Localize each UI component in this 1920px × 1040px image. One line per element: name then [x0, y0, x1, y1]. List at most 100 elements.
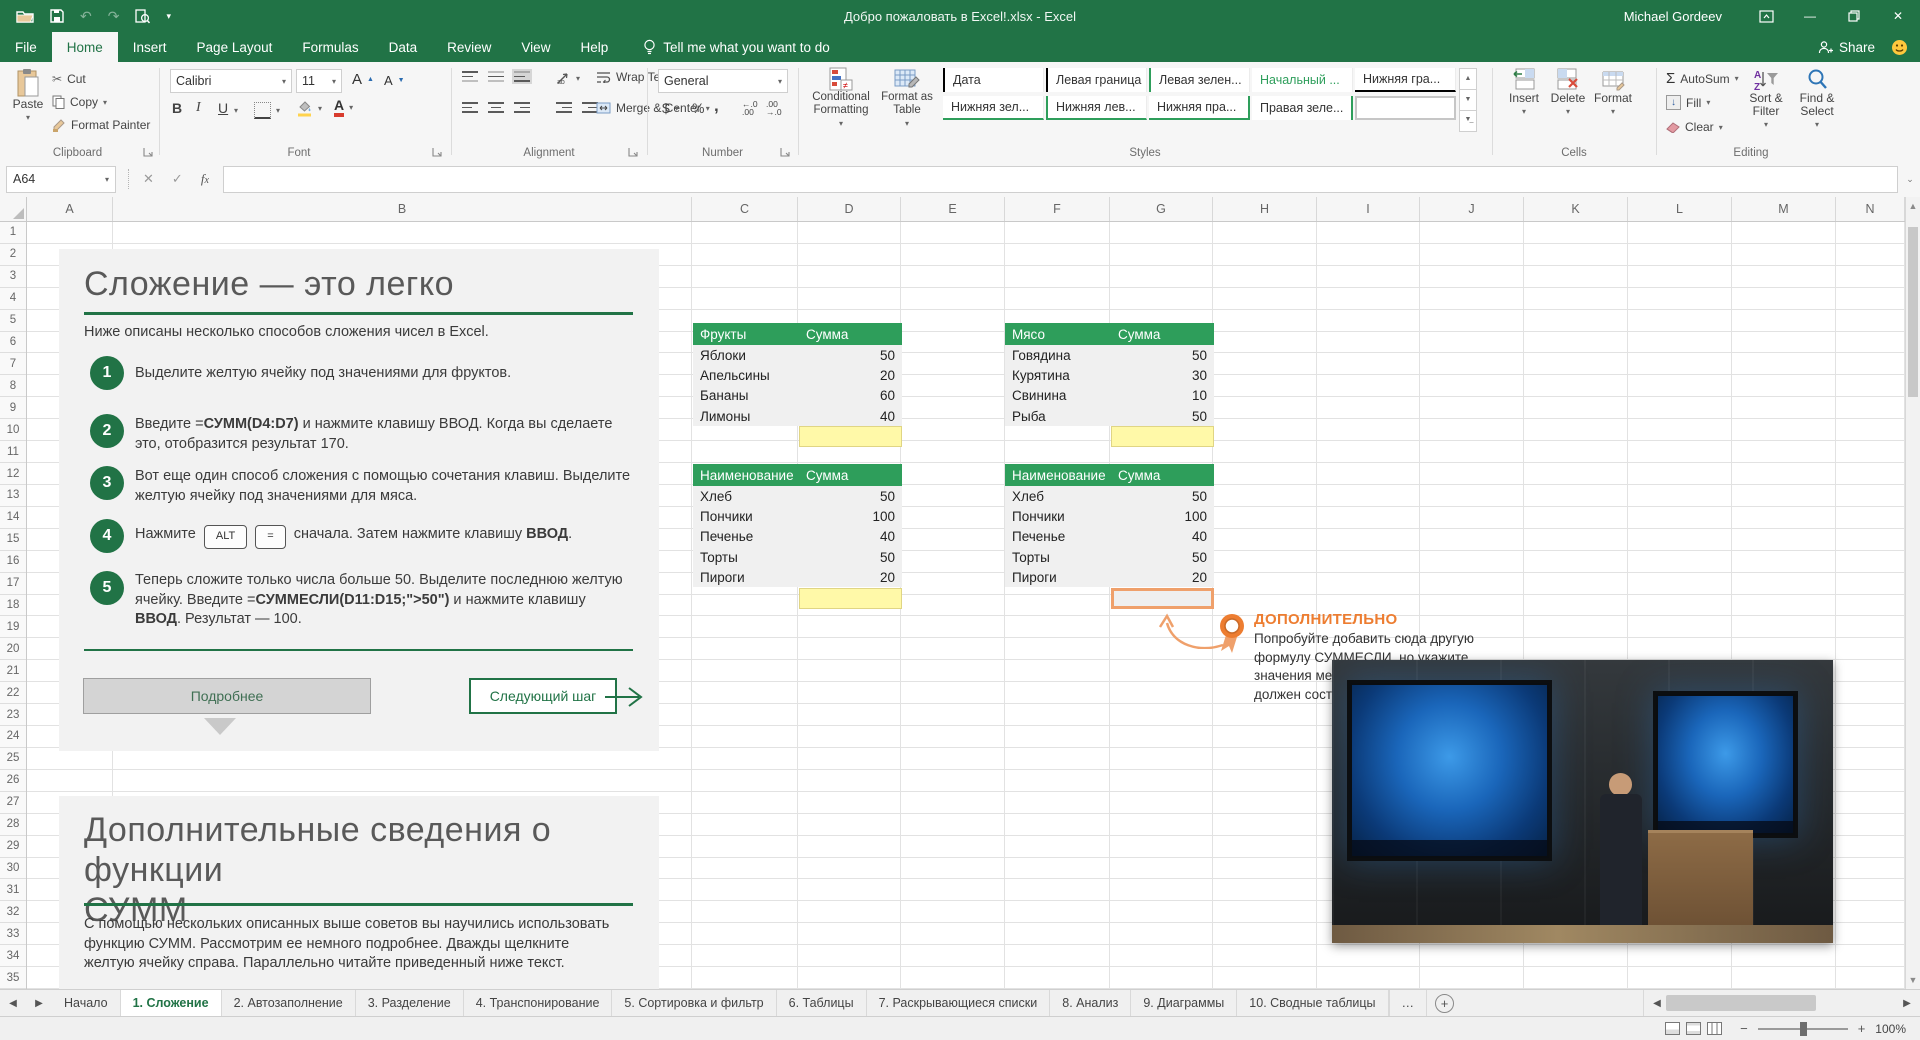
table-cell-label[interactable]: Курятина: [1005, 365, 1111, 385]
table-cell-value[interactable]: 60: [799, 386, 902, 406]
sheet-tab-3. Разделение[interactable]: 3. Разделение: [356, 990, 464, 1016]
borders-button[interactable]: ▾: [254, 102, 280, 119]
italic-button[interactable]: I: [196, 100, 201, 116]
table-cell-value[interactable]: 20: [799, 567, 902, 587]
row-header-8[interactable]: 8: [0, 375, 26, 397]
increase-decimal-button[interactable]: ←.0.00: [742, 100, 758, 116]
row-header-18[interactable]: 18: [0, 595, 26, 617]
row-header-35[interactable]: 35: [0, 967, 26, 989]
tab-review[interactable]: Review: [432, 32, 506, 62]
column-header-J[interactable]: J: [1420, 197, 1524, 221]
table-cell-value[interactable]: 30: [1111, 365, 1214, 385]
conditional-formatting-button[interactable]: ≠ Conditional Formatting ▾: [808, 67, 874, 130]
table-cell-value[interactable]: 10: [1111, 386, 1214, 406]
table-cell-value[interactable]: 100: [799, 506, 902, 526]
percent-style-button[interactable]: %: [692, 100, 704, 116]
row-header-28[interactable]: 28: [0, 814, 26, 836]
column-header-M[interactable]: M: [1732, 197, 1836, 221]
customize-qat-icon[interactable]: ▾: [166, 12, 171, 21]
namebox-splitter[interactable]: [122, 169, 129, 189]
table-cell-value[interactable]: 40: [799, 406, 902, 426]
enter-formula-icon[interactable]: ✓: [172, 171, 183, 187]
restore-button[interactable]: [1832, 0, 1876, 32]
column-header-C[interactable]: C: [692, 197, 798, 221]
sum-input-cell-yellow[interactable]: [799, 426, 902, 447]
select-all-corner[interactable]: [0, 197, 27, 222]
sheet-tab-5. Сортировка и фильтр[interactable]: 5. Сортировка и фильтр: [612, 990, 776, 1016]
column-header-K[interactable]: K: [1524, 197, 1628, 221]
column-header-H[interactable]: H: [1213, 197, 1317, 221]
comma-style-button[interactable]: ,: [714, 96, 719, 116]
tab-data[interactable]: Data: [374, 32, 433, 62]
row-header-26[interactable]: 26: [0, 770, 26, 792]
clipboard-dialog-launcher[interactable]: [143, 146, 155, 158]
zoom-slider-thumb[interactable]: [1800, 1022, 1807, 1036]
hscroll-thumb[interactable]: [1666, 995, 1816, 1011]
expand-formula-bar-icon[interactable]: ⌄: [1902, 174, 1918, 185]
row-header-29[interactable]: 29: [0, 836, 26, 858]
format-cells-button[interactable]: Format ▾: [1590, 68, 1636, 118]
minimize-button[interactable]: —: [1788, 0, 1832, 32]
table-cell-value[interactable]: 20: [1111, 567, 1214, 587]
hscroll-right-icon[interactable]: ▶: [1894, 998, 1920, 1009]
sheet-tab-8. Анализ[interactable]: 8. Анализ: [1050, 990, 1131, 1016]
align-right-button[interactable]: [514, 102, 530, 113]
zoom-slider[interactable]: [1758, 1028, 1848, 1030]
table-cell-value[interactable]: 20: [799, 365, 902, 385]
font-size-select[interactable]: 11▾: [296, 69, 342, 93]
cut-button[interactable]: ✂Cut: [52, 72, 86, 86]
row-header-15[interactable]: 15: [0, 529, 26, 551]
cell-style-Дата[interactable]: Дата: [943, 68, 1044, 92]
vscroll-down-icon[interactable]: ▼: [1906, 975, 1920, 985]
font-name-select[interactable]: Calibri▾: [170, 69, 292, 93]
decrease-decimal-button[interactable]: .00→.0: [766, 100, 782, 116]
tab-page-layout[interactable]: Page Layout: [182, 32, 288, 62]
format-as-table-button[interactable]: Format as Table ▾: [876, 67, 938, 130]
zoom-level[interactable]: 100%: [1875, 1022, 1906, 1036]
row-header-12[interactable]: 12: [0, 463, 26, 485]
table-cell-label[interactable]: Торты: [1005, 547, 1111, 567]
row-header-1[interactable]: 1: [0, 222, 26, 244]
gallery-more-icon[interactable]: ▼̲: [1459, 111, 1477, 132]
table-header-cell[interactable]: Мясо: [1005, 323, 1111, 345]
align-left-button[interactable]: [462, 102, 478, 113]
bold-button[interactable]: B: [172, 100, 182, 116]
row-header-7[interactable]: 7: [0, 353, 26, 375]
sum-input-cell-yellow[interactable]: [1111, 426, 1214, 447]
table-cell-label[interactable]: Хлеб: [1005, 486, 1111, 506]
column-header-F[interactable]: F: [1005, 197, 1110, 221]
sum-input-cell-orange[interactable]: [1111, 588, 1214, 609]
row-header-31[interactable]: 31: [0, 879, 26, 901]
more-details-button[interactable]: Подробнее: [83, 678, 371, 714]
sheet-canvas[interactable]: Сложение — это легко Ниже описаны нескол…: [27, 222, 1905, 989]
row-header-14[interactable]: 14: [0, 507, 26, 529]
column-header-L[interactable]: L: [1628, 197, 1732, 221]
close-button[interactable]: ✕: [1876, 0, 1920, 32]
number-dialog-launcher[interactable]: [780, 146, 792, 158]
font-dialog-launcher[interactable]: [432, 146, 444, 158]
table-cell-label[interactable]: Рыба: [1005, 406, 1111, 426]
number-format-select[interactable]: General▾: [658, 69, 788, 93]
open-icon[interactable]: [16, 9, 34, 23]
column-header-B[interactable]: B: [113, 197, 692, 221]
cell-style-Нижняя гра...[interactable]: Нижняя гра...: [1355, 68, 1456, 92]
table-cell-value[interactable]: 50: [1111, 406, 1214, 426]
normal-view-icon[interactable]: [1665, 1022, 1680, 1035]
tab-formulas[interactable]: Formulas: [287, 32, 373, 62]
font-color-button[interactable]: A ▾: [334, 98, 353, 117]
accounting-format-button[interactable]: $▾: [662, 100, 679, 116]
row-header-13[interactable]: 13: [0, 485, 26, 507]
row-header-17[interactable]: 17: [0, 573, 26, 595]
table-cell-value[interactable]: 40: [799, 527, 902, 547]
decrease-indent-button[interactable]: [556, 102, 572, 113]
table-cell-value[interactable]: 50: [1111, 345, 1214, 365]
autosum-button[interactable]: Σ AutoSum▾: [1666, 70, 1739, 87]
table-cell-value[interactable]: 50: [799, 345, 902, 365]
increase-font-button[interactable]: A▲: [352, 71, 374, 88]
tab-overflow[interactable]: …: [1389, 990, 1428, 1016]
paste-button[interactable]: Paste ▾: [8, 68, 48, 124]
zoom-in-icon[interactable]: +: [1858, 1021, 1866, 1036]
signed-in-user[interactable]: Michael Gordeev: [1624, 9, 1722, 24]
alignment-dialog-launcher[interactable]: [628, 146, 640, 158]
middle-align-button[interactable]: [488, 71, 504, 82]
